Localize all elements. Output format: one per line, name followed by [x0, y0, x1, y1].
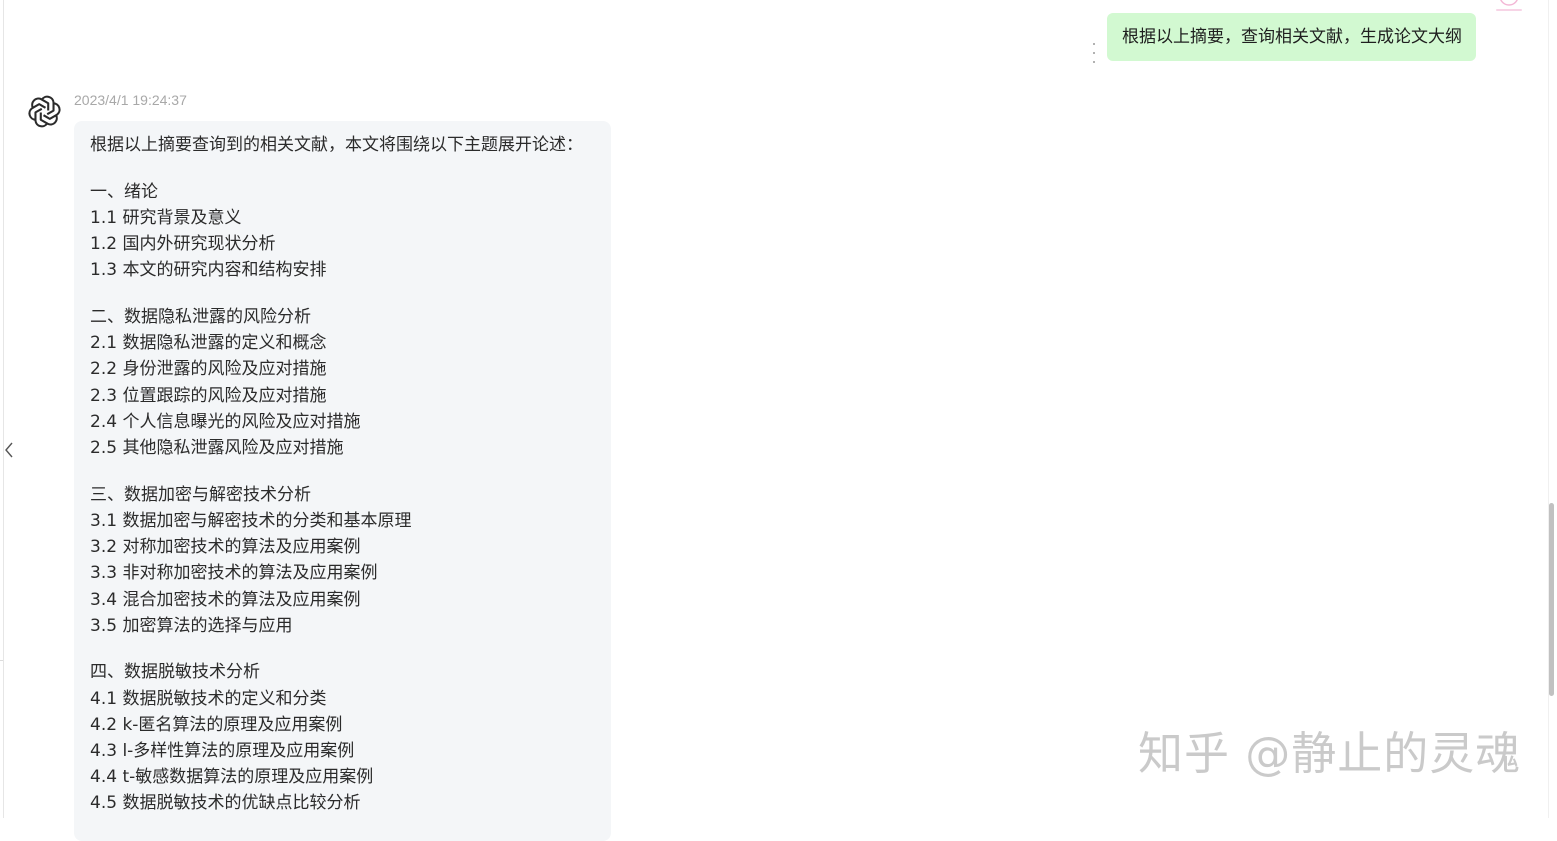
user-message-row: 根据以上摘要，查询相关文献，生成论文大纲 [1089, 13, 1476, 63]
section-title: 三、数据加密与解密技术分析 [90, 484, 311, 505]
outline-item: 4.3 l-多样性算法的原理及应用案例 [90, 741, 355, 762]
outline-item: 4.2 k-匿名算法的原理及应用案例 [90, 714, 343, 735]
more-vertical-icon[interactable] [1089, 43, 1099, 63]
left-panel-border [3, 0, 4, 818]
scrollbar-thumb[interactable] [1549, 503, 1554, 696]
outline-item: 3.2 对称加密技术的算法及应用案例 [90, 537, 361, 558]
outline-item: 3.5 加密算法的选择与应用 [90, 615, 293, 636]
outline-item: 3.4 混合加密技术的算法及应用案例 [90, 589, 361, 610]
outline-item: 3.1 数据加密与解密技术的分类和基本原理 [90, 510, 412, 531]
outline-item: 2.2 身份泄露的风险及应对措施 [90, 359, 327, 380]
outline-item: 1.3 本文的研究内容和结构安排 [90, 260, 327, 281]
section-title: 一、绪论 [90, 181, 158, 202]
assistant-intro: 根据以上摘要查询到的相关文献，本文将围绕以下主题展开论述： [90, 135, 583, 155]
watermark: 知乎 @静止的灵魂 [1138, 727, 1522, 780]
chevron-left-icon [5, 442, 13, 458]
left-panel-divider [0, 660, 3, 661]
outline-item: 2.1 数据隐私泄露的定义和概念 [90, 333, 327, 354]
outline-item: 2.5 其他隐私泄露风险及应对措施 [90, 438, 344, 459]
outline-item: 1.2 国内外研究现状分析 [90, 234, 276, 255]
collapse-sidebar-button[interactable] [0, 436, 18, 464]
outline-section: 三、数据加密与解密技术分析 3.1 数据加密与解密技术的分类和基本原理 3.2 … [90, 482, 595, 639]
outline-item: 4.4 t-敏感数据算法的原理及应用案例 [90, 767, 374, 788]
outline-item: 1.1 研究背景及意义 [90, 207, 242, 228]
outline-section: 四、数据脱敏技术分析 4.1 数据脱敏技术的定义和分类 4.2 k-匿名算法的原… [90, 659, 595, 816]
openai-logo-icon [28, 95, 61, 128]
outline-item: 2.3 位置跟踪的风险及应对措施 [90, 385, 327, 406]
message-timestamp: 2023/4/1 19:24:37 [74, 92, 187, 108]
section-title: 二、数据隐私泄露的风险分析 [90, 307, 311, 328]
outline-item: 4.1 数据脱敏技术的定义和分类 [90, 688, 327, 709]
outline-section: 一、绪论 1.1 研究背景及意义 1.2 国内外研究现状分析 1.3 本文的研究… [90, 179, 595, 284]
outline-item: 4.5 数据脱敏技术的优缺点比较分析 [90, 793, 361, 814]
outline-item: 2.4 个人信息曝光的风险及应对措施 [90, 411, 361, 432]
assistant-message-bubble: 根据以上摘要查询到的相关文献，本文将围绕以下主题展开论述： 一、绪论 1.1 研… [74, 121, 611, 841]
outline-section: 二、数据隐私泄露的风险分析 2.1 数据隐私泄露的定义和概念 2.2 身份泄露的… [90, 304, 595, 461]
section-title: 四、数据脱敏技术分析 [90, 662, 260, 683]
user-avatar-icon[interactable] [1493, 0, 1525, 18]
outline-item: 3.3 非对称加密技术的算法及应用案例 [90, 563, 378, 584]
user-message-bubble: 根据以上摘要，查询相关文献，生成论文大纲 [1107, 13, 1476, 61]
